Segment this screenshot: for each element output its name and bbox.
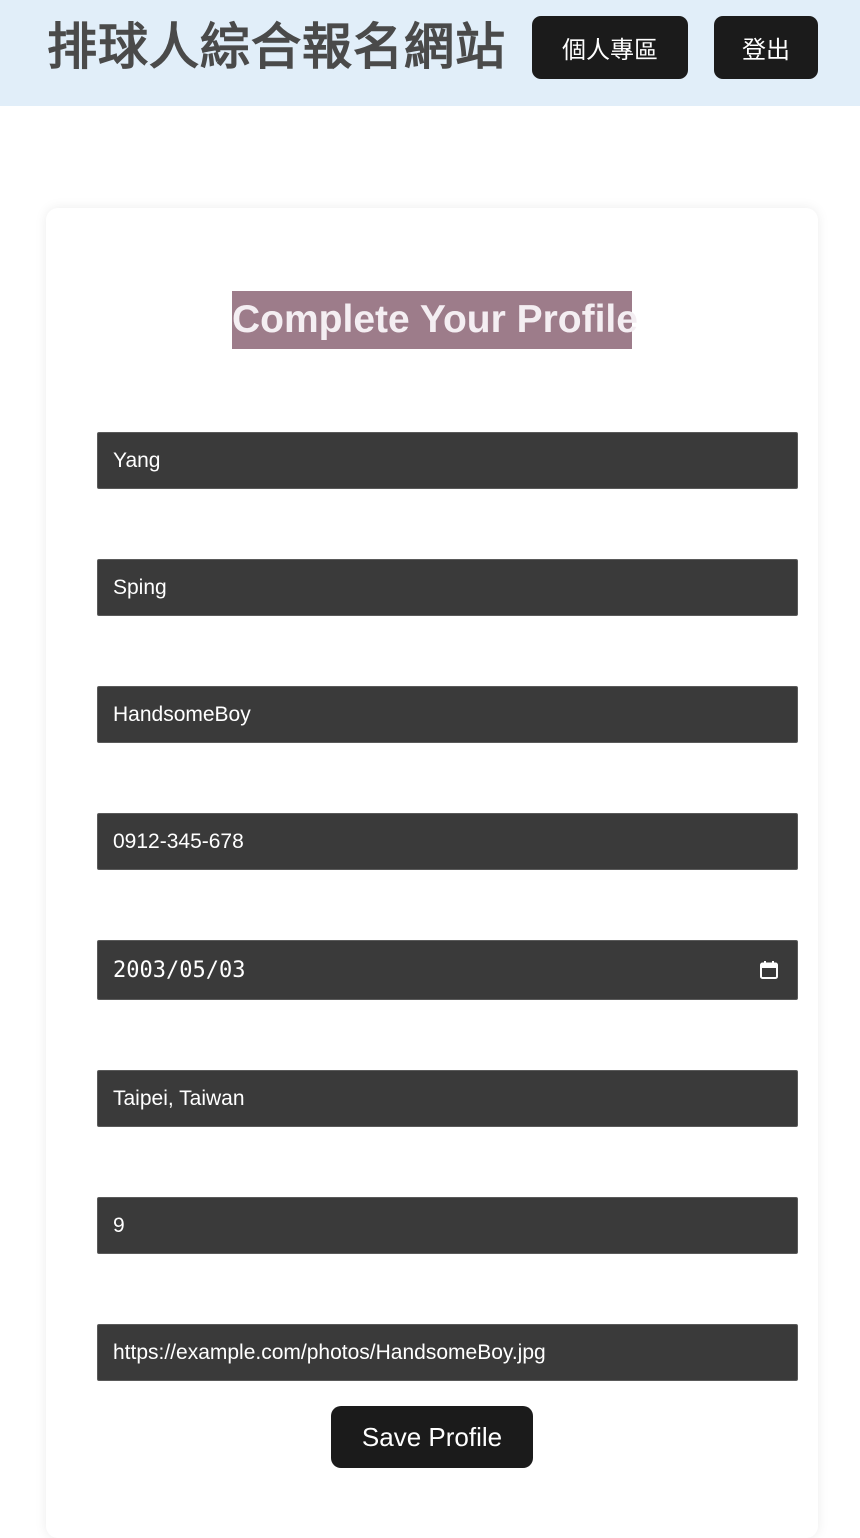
location-input[interactable]: Taipei, Taiwan [97,1070,798,1127]
site-header: 排球人綜合報名網站 個人專區 登出 [0,0,860,106]
birthdate-value: 2003/05/03 [113,957,246,983]
number-input[interactable]: 9 [97,1197,798,1254]
save-profile-button[interactable]: Save Profile [331,1406,533,1468]
phone-input[interactable]: 0912-345-678 [97,813,798,870]
photo-url-input[interactable]: https://example.com/photos/HandsomeBoy.j… [97,1324,798,1381]
logout-button[interactable]: 登出 [714,16,818,79]
profile-button[interactable]: 個人專區 [532,16,688,79]
nickname-input[interactable]: HandsomeBoy [97,686,798,743]
calendar-icon[interactable] [759,960,779,980]
last-name-input[interactable]: Yang [97,432,798,489]
site-title: 排球人綜合報名網站 [47,18,506,76]
first-name-input[interactable]: Sping [97,559,798,616]
birthdate-input[interactable]: 2003/05/03 [97,940,798,1000]
form-title: Complete Your Profile [232,291,638,349]
